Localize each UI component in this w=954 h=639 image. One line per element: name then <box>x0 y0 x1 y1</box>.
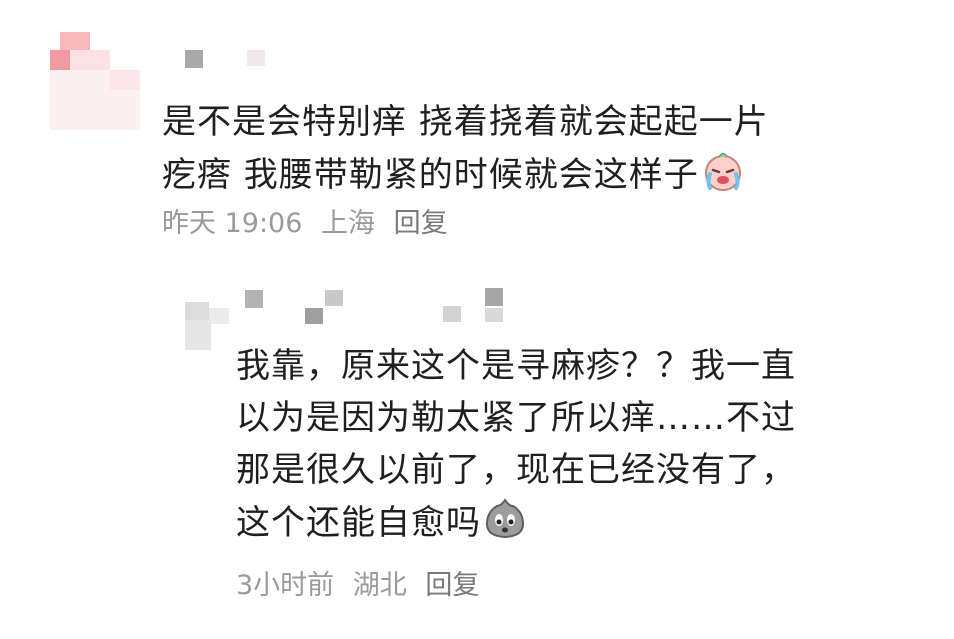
worried-blob-icon <box>483 496 527 555</box>
reply-text: 我靠，原来这个是寻麻疹？？我一直 以为是因为勒太紧了所以痒……不过 那是很久以前… <box>236 340 926 555</box>
commenter-avatar[interactable] <box>50 32 140 130</box>
comment-text-line: 疙瘩 我腰带勒紧的时候就会这样子 <box>162 148 922 207</box>
comment-meta: 昨天 19:06 上海 回复 <box>162 204 458 244</box>
reply-reply-button[interactable]: 回复 <box>425 570 479 601</box>
reply-meta: 3小时前 湖北 回复 <box>236 566 489 606</box>
comment-text: 是不是会特别痒 挠着挠着就会起起一片 疙瘩 我腰带勒紧的时候就会这样子 <box>162 96 922 207</box>
reply-text-line: 以为是因为勒太紧了所以痒……不过 <box>236 398 796 438</box>
reply-text-line: 我靠，原来这个是寻麻疹？？我一直 <box>236 346 796 386</box>
reply-time: 3小时前 <box>236 570 335 601</box>
replier-username-mosaic[interactable] <box>245 284 515 328</box>
crying-face-icon <box>701 148 745 207</box>
replier-avatar[interactable] <box>185 302 231 352</box>
reply-location: 湖北 <box>352 570 407 601</box>
comment-location: 上海 <box>321 208 375 239</box>
reply-text-line: 那是很久以前了，现在已经没有了， <box>236 450 796 490</box>
comment-time: 昨天 19:06 <box>162 208 303 239</box>
reply-button[interactable]: 回复 <box>394 208 448 239</box>
commenter-username-mosaic[interactable] <box>185 44 275 72</box>
comment-text-line: 是不是会特别痒 挠着挠着就会起起一片 <box>162 102 769 142</box>
reply-text-line: 这个还能自愈吗 <box>236 496 926 555</box>
